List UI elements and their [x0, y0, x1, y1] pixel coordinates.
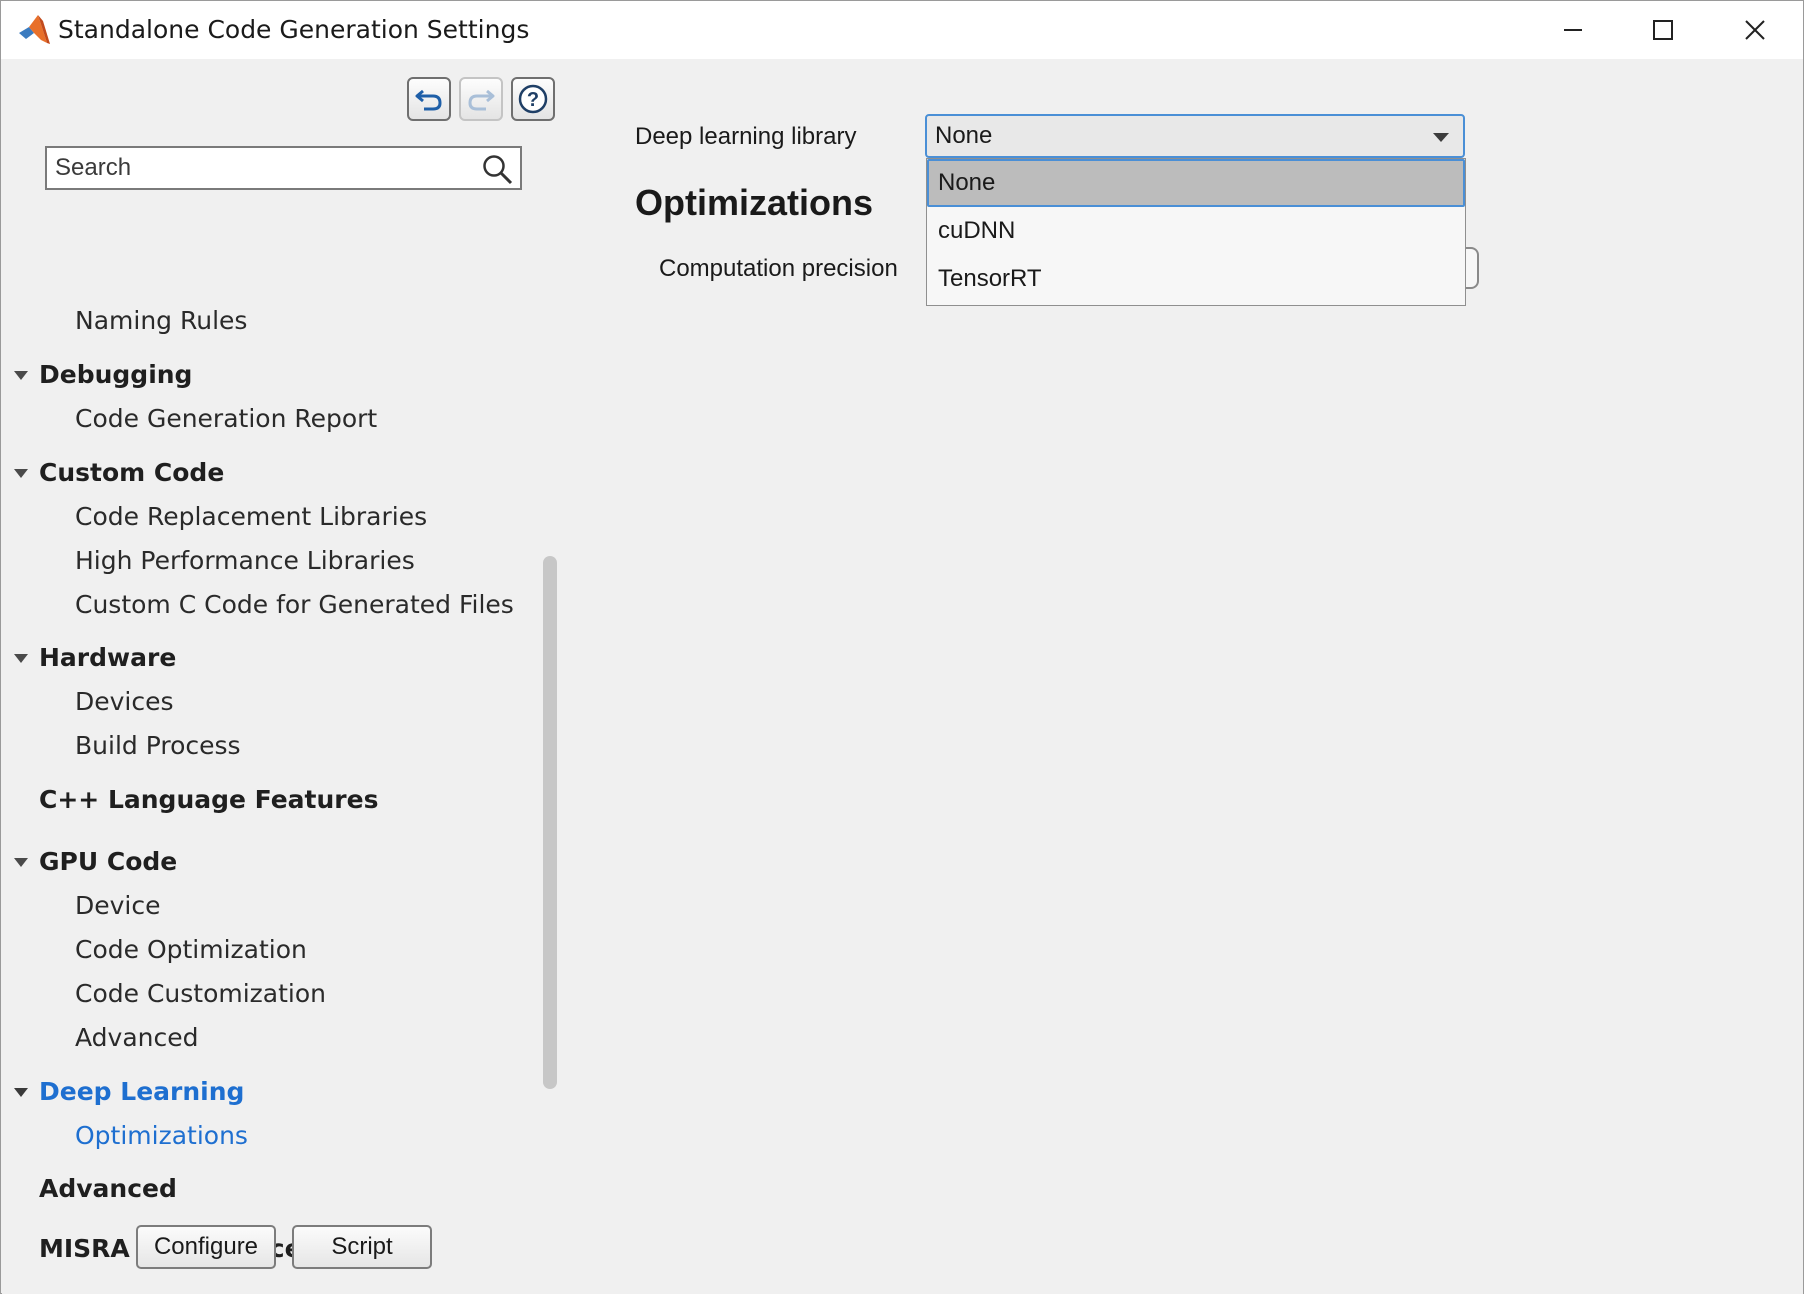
window-title: Standalone Code Generation Settings [58, 15, 530, 44]
settings-tree: Naming Rules Debugging Code Generation R… [2, 239, 542, 1260]
tree-item-code-replacement-libraries[interactable]: Code Replacement Libraries [2, 499, 532, 539]
tree-item-code-generation-report[interactable]: Code Generation Report [2, 401, 532, 441]
tree-item-label: Custom C Code for Generated Files [75, 590, 514, 619]
option-label: cuDNN [938, 217, 1016, 244]
tree-group-deep-learning[interactable]: Deep Learning [2, 1074, 532, 1114]
dropdown-arrow-icon[interactable] [1433, 133, 1449, 142]
minimize-icon [1564, 29, 1582, 31]
tree-item-label: Code Optimization [75, 935, 307, 964]
tree-group-hardware[interactable]: Hardware [2, 640, 532, 680]
redo-button[interactable] [459, 77, 503, 121]
tree-item-label: Advanced [75, 1023, 199, 1052]
computation-precision-label: Computation precision [659, 255, 898, 282]
deep-learning-library-dropdown: None cuDNN TensorRT [926, 158, 1466, 306]
chevron-down-icon[interactable] [14, 858, 28, 867]
tree-item-code-customization[interactable]: Code Customization [2, 976, 532, 1016]
matlab-logo-icon [17, 13, 51, 47]
chevron-down-icon[interactable] [14, 654, 28, 663]
tree-item-optimizations[interactable]: Optimizations [2, 1118, 532, 1158]
tree-item-code-optimization[interactable]: Code Optimization [2, 932, 532, 972]
help-button[interactable]: ? [511, 77, 555, 121]
dropdown-option-none[interactable]: None [927, 159, 1465, 207]
tree-item-gpu-device[interactable]: Device [2, 888, 532, 928]
maximize-button[interactable] [1617, 1, 1709, 59]
search-icon[interactable] [480, 152, 514, 186]
option-label: None [938, 169, 996, 196]
tree-item-label: High Performance Libraries [75, 546, 415, 575]
selected-value: None [935, 122, 993, 149]
tree-item-label: Custom Code [39, 458, 225, 487]
tree-group-cpp-language-features[interactable]: C++ Language Features [2, 782, 532, 822]
option-label: TensorRT [938, 265, 1042, 292]
svg-text:?: ? [527, 89, 539, 111]
chevron-down-icon[interactable] [14, 371, 28, 380]
tree-item-label: Code Replacement Libraries [75, 502, 428, 531]
help-icon: ? [518, 84, 548, 114]
tree-item-label: Naming Rules [75, 306, 248, 335]
tree-group-custom-code[interactable]: Custom Code [2, 455, 532, 495]
title-bar: Standalone Code Generation Settings [1, 1, 1803, 59]
dropdown-option-cudnn[interactable]: cuDNN [927, 207, 1465, 255]
chevron-down-icon[interactable] [14, 1088, 28, 1097]
search-box [45, 146, 522, 190]
tree-item-label: C++ Language Features [39, 785, 379, 814]
navigation-pane: ? Naming Rules Debugging Code Generation… [2, 59, 563, 1294]
search-input[interactable] [55, 152, 475, 184]
maximize-icon [1653, 20, 1673, 40]
dropdown-option-tensorrt[interactable]: TensorRT [927, 255, 1465, 303]
tree-group-gpu-code[interactable]: GPU Code [2, 844, 532, 884]
close-icon [1745, 20, 1765, 40]
settings-content: Deep learning library None Optimizations… [563, 59, 1803, 1294]
tree-item-label: Code Generation Report [75, 404, 378, 433]
computation-precision-select[interactable] [1465, 247, 1479, 289]
tree-item-build-process[interactable]: Build Process [2, 728, 532, 768]
tree-item-label: Hardware [39, 643, 177, 672]
tree-scrollbar[interactable] [543, 556, 557, 1089]
undo-button[interactable] [407, 77, 451, 121]
configure-button[interactable]: Configure [136, 1225, 276, 1269]
tree-item-label: Optimizations [75, 1121, 248, 1150]
tree-item-gpu-advanced[interactable]: Advanced [2, 1020, 532, 1060]
tree-item-custom-c-code[interactable]: Custom C Code for Generated Files [2, 587, 532, 627]
settings-window: Standalone Code Generation Settings ? Se… [0, 0, 1804, 1294]
deep-learning-library-select[interactable]: None [925, 114, 1465, 158]
tree-item-label: Debugging [39, 360, 193, 389]
tree-group-debugging[interactable]: Debugging [2, 357, 532, 397]
tree-item-devices[interactable]: Devices [2, 684, 532, 724]
close-button[interactable] [1709, 1, 1801, 59]
minimize-button[interactable] [1527, 1, 1619, 59]
tree-item-label: Advanced [39, 1174, 177, 1203]
chevron-down-icon[interactable] [14, 469, 28, 478]
undo-icon [415, 89, 442, 111]
tree-item-label: Code Customization [75, 979, 327, 1008]
section-title-optimizations: Optimizations [635, 182, 874, 223]
tree-item-label: Device [75, 891, 161, 920]
script-button[interactable]: Script [292, 1225, 432, 1269]
redo-icon [468, 89, 495, 111]
tree-group-advanced[interactable]: Advanced [2, 1171, 532, 1211]
tree-item-label: Deep Learning [39, 1077, 245, 1106]
tree-item-label: Devices [75, 687, 174, 716]
tree-item-label: GPU Code [39, 847, 178, 876]
deep-learning-library-label: Deep learning library [635, 123, 857, 150]
tree-item-naming-rules[interactable]: Naming Rules [2, 303, 532, 343]
tree-item-high-performance-libraries[interactable]: High Performance Libraries [2, 543, 532, 583]
tree-item-label: Build Process [75, 731, 241, 760]
